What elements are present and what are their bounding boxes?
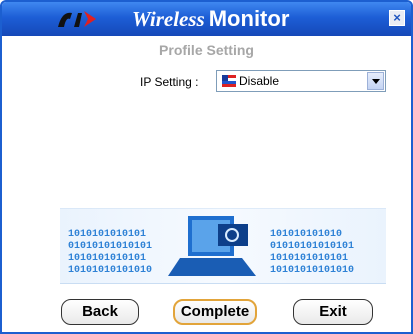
svg-text:101010101010: 101010101010 <box>270 229 342 240</box>
title-wireless: Wireless <box>132 7 205 31</box>
title-bar[interactable]: Wireless Monitor × <box>2 2 411 36</box>
network-adapter-icon <box>222 75 236 87</box>
button-bar: Back Complete Exit <box>2 299 411 325</box>
svg-text:1010101010101: 1010101010101 <box>68 229 146 240</box>
svg-text:1010101010101: 1010101010101 <box>270 253 348 264</box>
close-icon: × <box>393 10 401 25</box>
brand-logo-icon <box>58 11 96 27</box>
ip-setting-label: IP Setting : <box>140 75 199 89</box>
dropdown-arrow-button[interactable] <box>367 72 384 90</box>
binary-banner-image: 1010101010101 01010101010101 10101010101… <box>60 208 386 284</box>
complete-button[interactable]: Complete <box>173 299 257 325</box>
back-button[interactable]: Back <box>61 299 139 325</box>
wireless-monitor-window: Wireless Monitor × Profile Setting IP Set… <box>0 0 413 334</box>
title-monitor: Monitor <box>208 6 290 31</box>
svg-text:1010101010101: 1010101010101 <box>68 253 146 264</box>
ip-setting-value: Disable <box>239 74 280 88</box>
svg-text:10101010101010: 10101010101010 <box>68 265 152 276</box>
page-subtitle: Profile Setting <box>159 42 254 58</box>
svg-text:10101010101010: 10101010101010 <box>270 265 354 276</box>
svg-text:01010101010101: 01010101010101 <box>270 241 354 252</box>
window-title: Wireless Monitor <box>132 5 289 33</box>
ip-setting-select[interactable]: Disable <box>216 70 386 92</box>
exit-button[interactable]: Exit <box>293 299 373 325</box>
close-button[interactable]: × <box>389 10 405 26</box>
svg-text:01010101010101: 01010101010101 <box>68 241 152 252</box>
